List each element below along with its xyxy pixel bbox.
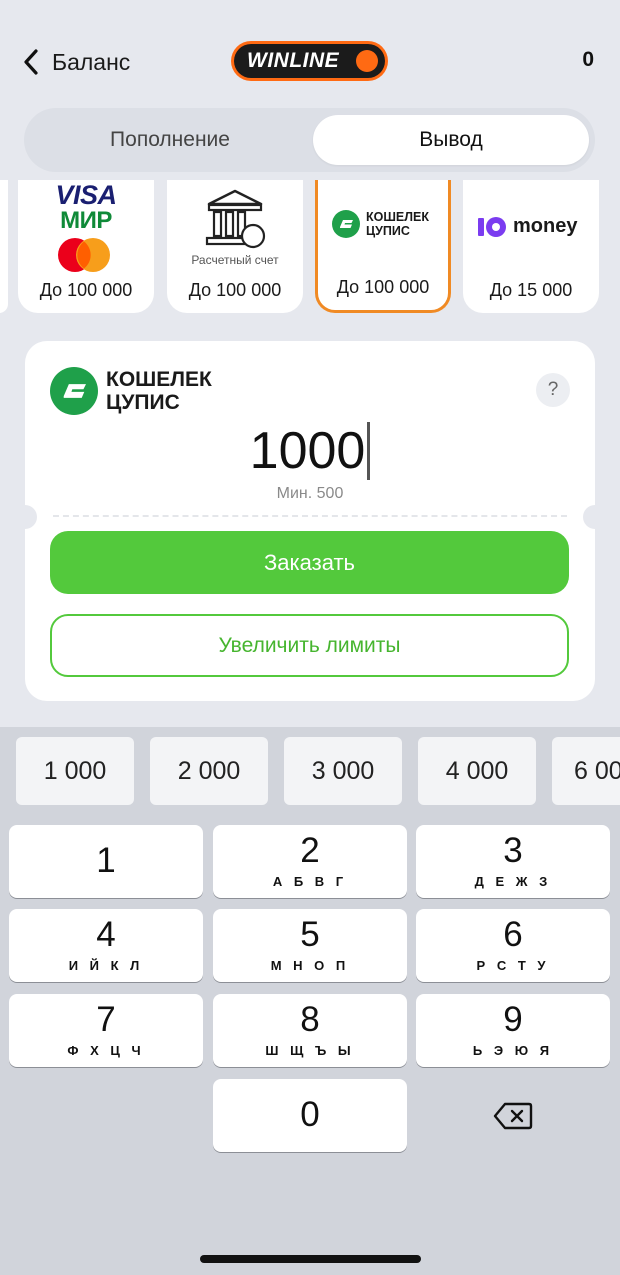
payment-method-partial[interactable] <box>0 180 8 313</box>
order-button[interactable]: Заказать <box>50 531 569 594</box>
quick-amount-4000[interactable]: 4 000 <box>418 737 536 805</box>
logo-dot <box>356 50 378 72</box>
yoomoney-name: money <box>513 215 578 237</box>
method-limit: До 15 000 <box>489 280 573 300</box>
backspace-button[interactable] <box>416 1079 610 1152</box>
payment-method-yoomoney[interactable]: money До 15 000 <box>463 180 599 313</box>
quick-amount-3000[interactable]: 3 000 <box>284 737 402 805</box>
quick-amount-2000[interactable]: 2 000 <box>150 737 268 805</box>
balance-value: 0 <box>582 48 594 71</box>
cupis-icon <box>50 367 98 415</box>
key-letters: Д Е Ж З <box>474 874 552 889</box>
help-button[interactable]: ? <box>536 373 570 407</box>
key-5[interactable]: 5 М Н О П <box>213 909 407 982</box>
deposit-withdraw-toggle: Пополнение Вывод <box>24 108 595 172</box>
tab-withdraw[interactable]: Вывод <box>313 115 589 165</box>
dashed-divider <box>53 515 567 517</box>
key-digit: 9 <box>503 1000 523 1039</box>
back-button[interactable]: Баланс <box>20 44 130 80</box>
bank-account-caption: Расчетный счет <box>191 253 279 267</box>
method-limit: До 100 000 <box>39 280 133 300</box>
key-2[interactable]: 2 А Б В Г <box>213 825 407 898</box>
cupis-line2: ЦУПИС <box>366 224 410 238</box>
payment-methods-carousel[interactable]: VISA МИР До 100 000 Расчетный счет До 10… <box>0 180 620 315</box>
key-letters: А Б В Г <box>272 874 348 889</box>
selected-method-logo: КОШЕЛЕК ЦУПИС <box>50 367 212 415</box>
key-digit: 4 <box>96 915 116 954</box>
numeric-keyboard: 1 000 2 000 3 000 4 000 6 000 1 2 А Б В Г… <box>0 727 620 1275</box>
method-limit: До 100 000 <box>188 280 282 300</box>
key-1[interactable]: 1 <box>9 825 203 898</box>
yoomoney-icon <box>478 216 506 237</box>
key-digit: 7 <box>96 1000 116 1039</box>
key-letters: М Н О П <box>270 958 350 973</box>
card-logo-line1: КОШЕЛЕК <box>106 368 212 391</box>
key-digit: 1 <box>96 841 116 880</box>
home-indicator <box>200 1255 421 1263</box>
key-digit: 6 <box>503 915 523 954</box>
key-digit: 8 <box>300 1000 320 1039</box>
key-7[interactable]: 7 Ф Х Ц Ч <box>9 994 203 1067</box>
card-logo-line2: ЦУПИС <box>106 391 180 414</box>
key-letters: Р С Т У <box>476 958 550 973</box>
key-4[interactable]: 4 И Й К Л <box>9 909 203 982</box>
key-8[interactable]: 8 Ш Щ Ъ Ы <box>213 994 407 1067</box>
card-notch-left <box>13 505 37 529</box>
key-letters: Ь Э Ю Я <box>472 1043 554 1058</box>
amount-input[interactable]: 1000 <box>25 421 595 481</box>
chevron-left-icon <box>24 49 38 75</box>
header: Баланс WINLINE 0 <box>0 0 620 110</box>
backspace-icon <box>493 1102 533 1129</box>
key-digit: 2 <box>300 831 320 870</box>
key-digit: 0 <box>300 1095 320 1134</box>
key-6[interactable]: 6 Р С Т У <box>416 909 610 982</box>
min-amount-hint: Мин. 500 <box>276 485 344 502</box>
yoomoney-logo: money <box>477 215 577 238</box>
key-digit: 3 <box>503 831 523 870</box>
amount-value: 1000 <box>249 422 366 480</box>
payment-method-bank-account[interactable]: Расчетный счет До 100 000 <box>167 180 303 313</box>
text-caret <box>367 422 371 480</box>
quick-amount-1000[interactable]: 1 000 <box>16 737 134 805</box>
payment-method-cupis-selected[interactable]: КОШЕЛЕК ЦУПИС До 100 000 <box>315 180 451 313</box>
card-notch-right <box>583 505 607 529</box>
cupis-line1: КОШЕЛЕК <box>366 210 429 224</box>
key-letters: Ш Щ Ъ Ы <box>265 1043 355 1058</box>
key-letters: Ф Х Ц Ч <box>67 1043 145 1058</box>
withdraw-form-card: КОШЕЛЕК ЦУПИС ? 1000 Мин. 500 Заказать У… <box>13 341 607 701</box>
payment-method-bank-card[interactable]: VISA МИР До 100 000 <box>18 180 154 313</box>
bank-building-icon <box>205 189 266 249</box>
increase-limits-button[interactable]: Увеличить лимиты <box>50 614 569 677</box>
key-3[interactable]: 3 Д Е Ж З <box>416 825 610 898</box>
mastercard-icon <box>58 238 110 272</box>
tab-deposit[interactable]: Пополнение <box>30 115 310 165</box>
quick-amount-6000[interactable]: 6 000 <box>552 737 620 805</box>
mir-logo: МИР <box>60 207 112 234</box>
winline-logo: WINLINE <box>231 41 388 81</box>
key-9[interactable]: 9 Ь Э Ю Я <box>416 994 610 1067</box>
back-label: Баланс <box>52 48 131 75</box>
cupis-logo: КОШЕЛЕК ЦУПИС <box>332 210 429 238</box>
cupis-icon <box>332 210 360 238</box>
logo-text: WINLINE <box>247 49 340 72</box>
key-digit: 5 <box>300 915 320 954</box>
key-letters: И Й К Л <box>68 958 144 973</box>
key-0[interactable]: 0 <box>213 1079 407 1152</box>
method-limit: До 100 000 <box>336 277 430 297</box>
